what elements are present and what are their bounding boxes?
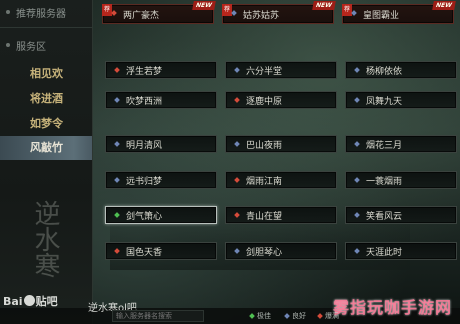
status-icon (114, 212, 120, 218)
baidu-logo-suffix: 贴吧 (35, 295, 58, 308)
recommended-server-2[interactable]: 荐 NEW 姑苏姑苏 (222, 1, 336, 24)
server-button[interactable]: 剑气箫心 (105, 206, 217, 224)
server-button[interactable]: 剑胆琴心 (225, 242, 337, 260)
calligraphy-art: 逆水寒 (30, 200, 60, 278)
recommended-server-3[interactable]: 荐 NEW 皇图霸业 (342, 1, 456, 24)
recommended-servers-header[interactable]: 推荐服务器 (0, 0, 92, 24)
server-name: 天涯此时 (366, 247, 403, 258)
server-name: 明月清风 (126, 140, 163, 151)
server-name: 姑苏姑苏 (243, 10, 280, 21)
status-red-icon (317, 313, 323, 319)
status-icon (114, 248, 120, 254)
server-name: 青山在望 (246, 211, 283, 222)
legend-label: 极佳 (257, 312, 271, 320)
server-button[interactable]: 吹梦西洲 (105, 91, 217, 109)
server-button[interactable]: 杨柳依依 (345, 61, 457, 79)
server-name: 国色天香 (126, 247, 163, 258)
baidu-logo-text: Bai (3, 295, 23, 308)
server-name: 浮生若梦 (126, 66, 163, 77)
server-button[interactable]: 笑看风云 (345, 206, 457, 224)
legend-label: 良好 (292, 312, 306, 320)
status-icon (354, 97, 360, 103)
server-name: 一蓑烟雨 (366, 176, 403, 187)
status-blue-icon (284, 313, 290, 319)
server-name: 两广豪杰 (123, 10, 160, 21)
server-name: 远书归梦 (126, 176, 163, 187)
server-button[interactable]: 浮生若梦 (105, 61, 217, 79)
server-zone-label: 服务区 (16, 41, 46, 53)
status-icon (234, 248, 240, 254)
zone-tab-jiangjinjiu[interactable]: 将进酒 (0, 87, 92, 111)
recommend-tag: 荐 (102, 4, 112, 16)
status-icon (354, 177, 360, 183)
server-name: 逐鹿中原 (246, 96, 283, 107)
server-name: 剑胆琴心 (246, 247, 283, 258)
server-button[interactable]: 六分半堂 (225, 61, 337, 79)
server-name: 凤舞九天 (366, 96, 403, 107)
paw-icon (23, 295, 35, 306)
status-icon (234, 97, 240, 103)
server-search-input[interactable] (112, 310, 204, 322)
status-green-icon (249, 313, 255, 319)
new-badge: NEW (432, 1, 456, 10)
zone-tab-fengqiaozhu[interactable]: 风敲竹 (0, 136, 92, 160)
legend-good: 良好 (284, 311, 306, 321)
recommended-servers-label: 推荐服务器 (16, 8, 66, 20)
status-icon (234, 177, 240, 183)
server-button[interactable]: 明月清风 (105, 135, 217, 153)
status-icon (114, 97, 120, 103)
server-name: 巴山夜雨 (246, 140, 283, 151)
status-icon (114, 67, 120, 73)
server-button[interactable]: 烟雨江南 (225, 171, 337, 189)
server-button[interactable]: 巴山夜雨 (225, 135, 337, 153)
zone-tab-rumengling[interactable]: 如梦令 (0, 112, 92, 136)
baidu-logo: Bai 贴吧 (3, 293, 58, 309)
server-zone-header: 服务区 (0, 33, 46, 57)
server-button[interactable]: 国色天香 (105, 242, 217, 260)
server-name: 吹梦西洲 (126, 96, 163, 107)
server-name: 烟雨江南 (246, 176, 283, 187)
server-name: 剑气箫心 (126, 211, 163, 222)
server-button[interactable]: 烟花三月 (345, 135, 457, 153)
zone-tab-xiangjianhuan[interactable]: 相见欢 (0, 62, 92, 86)
status-icon (114, 141, 120, 147)
server-button[interactable]: 远书归梦 (105, 171, 217, 189)
server-name: 烟花三月 (366, 140, 403, 151)
status-icon (234, 141, 240, 147)
server-name: 杨柳依依 (366, 66, 403, 77)
new-badge: NEW (312, 1, 336, 10)
server-name: 皇图霸业 (363, 10, 400, 21)
server-sidebar: 推荐服务器 服务区 相见欢 将进酒 如梦令 风敲竹 逆水寒 (0, 0, 93, 324)
server-button[interactable]: 天涯此时 (345, 242, 457, 260)
bullet-icon (6, 43, 10, 47)
status-icon (354, 212, 360, 218)
recommend-tag: 荐 (342, 4, 352, 16)
status-icon (111, 10, 117, 16)
server-button[interactable]: 逐鹿中原 (225, 91, 337, 109)
recommended-server-1[interactable]: 荐 NEW 两广豪杰 (102, 1, 216, 24)
legend-excellent: 极佳 (249, 311, 271, 321)
status-icon (234, 212, 240, 218)
server-button[interactable]: 凤舞九天 (345, 91, 457, 109)
server-button[interactable]: 一蓑烟雨 (345, 171, 457, 189)
status-icon (354, 248, 360, 254)
status-icon (351, 10, 357, 16)
server-name: 六分半堂 (246, 66, 283, 77)
status-icon (354, 67, 360, 73)
status-icon (234, 67, 240, 73)
divider (0, 27, 92, 28)
site-watermark: 雾指玩咖手游网 (332, 298, 452, 317)
status-icon (114, 177, 120, 183)
recommend-tag: 荐 (222, 4, 232, 16)
new-badge: NEW (192, 1, 216, 10)
server-name: 笑看风云 (366, 211, 403, 222)
status-icon (354, 141, 360, 147)
server-button[interactable]: 青山在望 (225, 206, 337, 224)
bullet-icon (6, 10, 10, 14)
status-icon (231, 10, 237, 16)
